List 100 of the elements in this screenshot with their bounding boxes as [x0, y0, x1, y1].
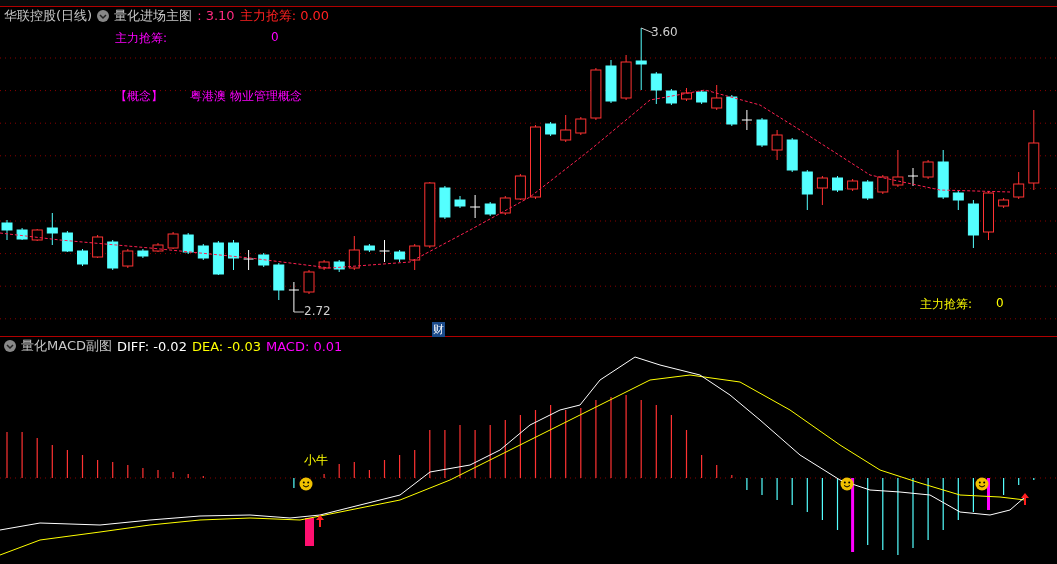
candlestick: [952, 190, 964, 211]
dropdown-icon[interactable]: [4, 340, 16, 353]
smiley-icon: [299, 477, 313, 491]
indicator-value: 主力抢筹: 0.00: [239, 7, 330, 25]
candlestick: [212, 240, 224, 276]
low-price-label: 2.72: [304, 304, 331, 318]
candlestick: [696, 89, 708, 105]
indicator-name: 量化MACD副图: [21, 337, 112, 356]
candlestick: [983, 190, 994, 241]
histogram-bar: [534, 409, 537, 479]
candlestick: [107, 239, 119, 271]
candlestick: [998, 197, 1010, 209]
candlestick: [484, 201, 496, 217]
candlestick: [635, 27, 647, 91]
candlestick: [877, 174, 889, 195]
chart-label-value: 粤港澳 物业管理概念: [190, 88, 302, 105]
high-price-label: 3.60: [651, 25, 678, 39]
candlestick: [1013, 171, 1025, 200]
candlestick: [197, 243, 209, 261]
candlestick: [847, 178, 859, 192]
chart-label-value: 0: [271, 30, 279, 44]
candlestick: [454, 195, 466, 209]
candlestick: [228, 239, 239, 271]
signal-label: 小牛: [304, 453, 328, 468]
candlestick: [243, 249, 255, 271]
candlestick: [590, 67, 602, 121]
candlestick: [545, 121, 557, 137]
candlestick: [469, 194, 481, 219]
candlestick: [303, 269, 315, 295]
candlestick: [665, 88, 677, 106]
candlestick: [862, 179, 874, 201]
candlestick: [288, 281, 300, 313]
candlestick: [439, 185, 451, 220]
candlestick: [816, 175, 828, 206]
candlestick: [650, 71, 662, 105]
candlestick: [394, 249, 406, 263]
candlestick: [922, 159, 934, 180]
chart-label: 【概念】: [115, 88, 163, 105]
candlestick: [167, 231, 179, 250]
histogram-bar: [383, 459, 386, 479]
candlestick: [363, 243, 375, 253]
histogram-bar: [81, 454, 84, 479]
candlestick: [61, 230, 73, 253]
leader-line: [640, 27, 654, 34]
candlestick: [711, 84, 723, 111]
dropdown-icon[interactable]: [97, 10, 110, 22]
candlestick: [122, 248, 134, 269]
smiley-icon: [975, 477, 989, 491]
indicator-value: DEA: -0.03: [191, 338, 261, 354]
candlestick: [620, 54, 632, 101]
candlestick: [726, 94, 738, 127]
chart-label-value: 0: [996, 296, 1004, 310]
leader-line: [293, 311, 305, 313]
candlestick: [1, 219, 13, 241]
candlestick: [937, 149, 949, 200]
candlestick: [348, 235, 360, 271]
candlestick: [31, 228, 43, 242]
candlestick: [514, 173, 526, 201]
candlestick: [575, 116, 587, 136]
candlestick: [832, 175, 843, 193]
candlestick: [499, 195, 511, 216]
candlestick: [786, 137, 798, 173]
arrow-up-icon: [1021, 493, 1029, 506]
candlestick: [182, 232, 194, 255]
candlestick: [273, 262, 285, 301]
candlestick: [92, 234, 104, 259]
candlestick: [801, 169, 813, 211]
histogram-bar: [305, 518, 314, 547]
candlestick: [967, 199, 979, 249]
indicator-value: DIFF: -0.02: [116, 338, 187, 354]
chart-label: 主力抢筹:: [115, 30, 168, 47]
candlestick: [46, 212, 58, 246]
candlestick: [741, 109, 753, 131]
candlestick: [77, 248, 88, 267]
candlestick: [318, 259, 330, 271]
chart-label: 主力抢筹:: [920, 296, 973, 313]
indicator-name: 量化进场主图: [114, 7, 193, 25]
indicator-value: MACD: 0.01: [265, 338, 343, 354]
candlestick: [892, 149, 904, 188]
candlestick: [152, 242, 164, 253]
candlestick: [379, 239, 390, 263]
histogram-bar: [685, 429, 688, 479]
smiley-icon: [840, 477, 854, 491]
candlestick: [424, 181, 436, 249]
finance-badge[interactable]: 财: [432, 322, 445, 337]
histogram-bar: [836, 477, 839, 531]
candlestick: [409, 243, 421, 271]
candlestick: [605, 59, 617, 104]
histogram-bar: [987, 478, 990, 511]
candlestick: [16, 227, 28, 241]
arrow-up-icon: [316, 515, 324, 528]
stock-name: 华联控股(日线): [4, 7, 93, 25]
candlestick: [681, 87, 692, 102]
candlestick: [771, 129, 783, 161]
candlestick: [560, 114, 572, 143]
candlestick: [258, 252, 270, 268]
candlestick: [907, 167, 919, 187]
candlestick: [137, 248, 149, 259]
candlestick: [333, 259, 345, 273]
indicator-value: : 3.10: [197, 8, 235, 24]
